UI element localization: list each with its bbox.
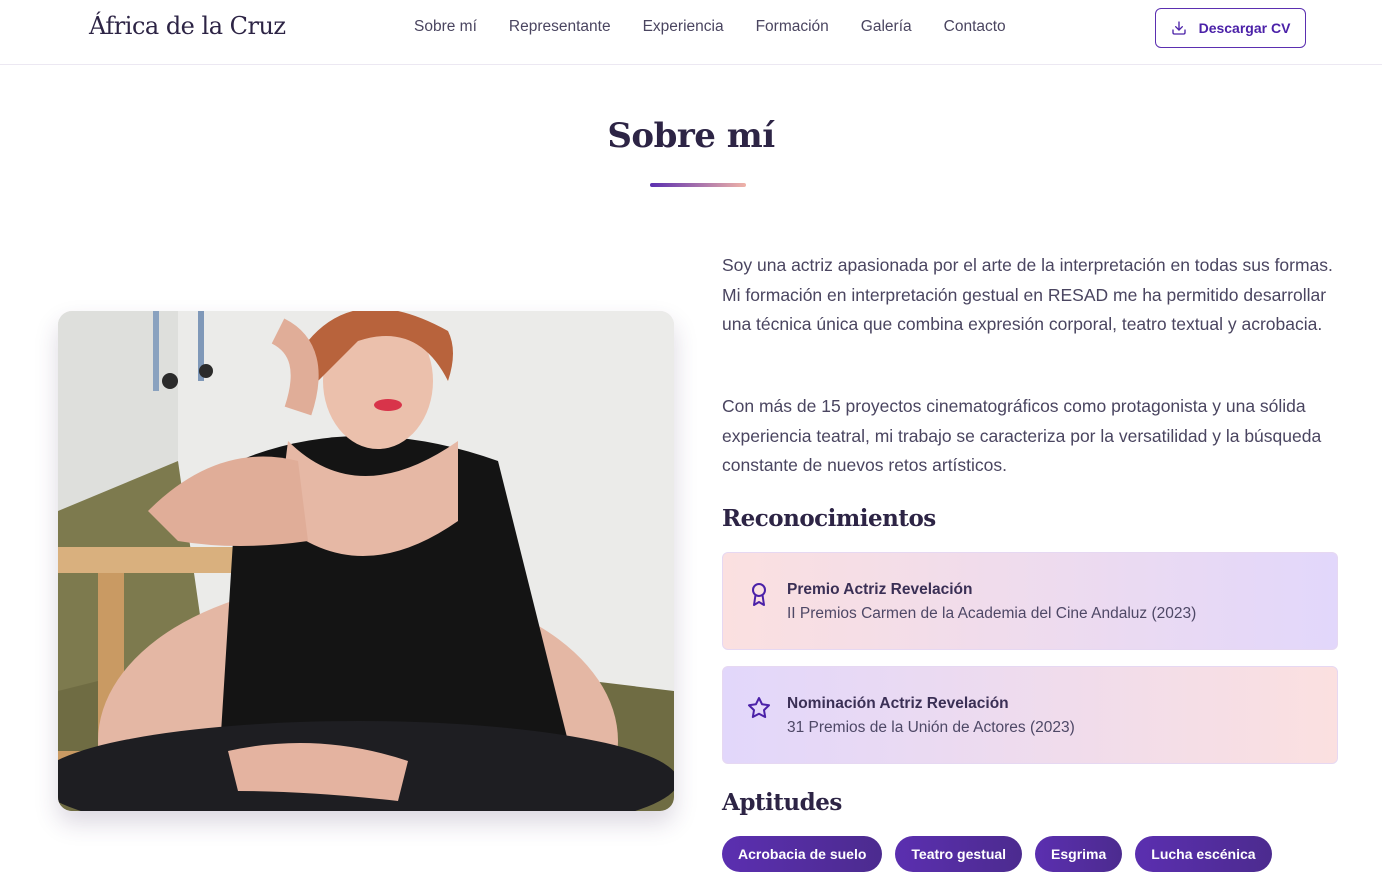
- nav-link-galeria[interactable]: Galería: [861, 18, 912, 36]
- site-brand[interactable]: África de la Cruz: [89, 12, 286, 40]
- skill-badge: Teatro gestual: [895, 836, 1023, 872]
- award-title: Nominación Actriz Revelación: [787, 695, 1009, 712]
- skills-heading: Aptitudes: [722, 789, 842, 816]
- portrait-photo: [58, 311, 674, 811]
- skill-badge: Lucha escénica: [1135, 836, 1272, 872]
- awards-heading: Reconocimientos: [722, 505, 936, 532]
- download-cv-button[interactable]: Descargar CV: [1155, 8, 1306, 48]
- award-card: Premio Actriz Revelación II Premios Carm…: [722, 552, 1338, 650]
- nav-link-representante[interactable]: Representante: [509, 18, 611, 36]
- award-title: Premio Actriz Revelación: [787, 581, 973, 598]
- nav-link-contacto[interactable]: Contacto: [944, 18, 1006, 36]
- main-nav: Sobre mí Representante Experiencia Forma…: [414, 18, 1006, 36]
- download-cv-label: Descargar CV: [1198, 20, 1291, 36]
- section-title: Sobre mí: [607, 116, 775, 156]
- skills-list: Acrobacia de suelo Teatro gestual Esgrim…: [722, 836, 1272, 872]
- bio-paragraph: Con más de 15 proyectos cinematográficos…: [722, 396, 1322, 475]
- nav-link-formacion[interactable]: Formación: [756, 18, 829, 36]
- nav-link-sobre-mi[interactable]: Sobre mí: [414, 18, 477, 36]
- award-card: Nominación Actriz Revelación 31 Premios …: [722, 666, 1338, 764]
- skill-badge: Acrobacia de suelo: [722, 836, 883, 872]
- site-header: África de la Cruz Sobre mí Representante…: [0, 0, 1382, 65]
- bio-paragraph: Soy una actriz apasionada por el arte de…: [722, 255, 1333, 334]
- download-icon: [1171, 21, 1186, 35]
- award-subtitle: II Premios Carmen de la Academia del Cin…: [787, 605, 1197, 622]
- nav-link-experiencia[interactable]: Experiencia: [643, 18, 724, 36]
- award-subtitle: 31 Premios de la Unión de Actores (2023): [787, 719, 1075, 736]
- star-icon: [748, 697, 770, 719]
- title-underline: [650, 183, 746, 187]
- award-ribbon-icon: [752, 583, 766, 606]
- skill-badge: Esgrima: [1035, 836, 1123, 872]
